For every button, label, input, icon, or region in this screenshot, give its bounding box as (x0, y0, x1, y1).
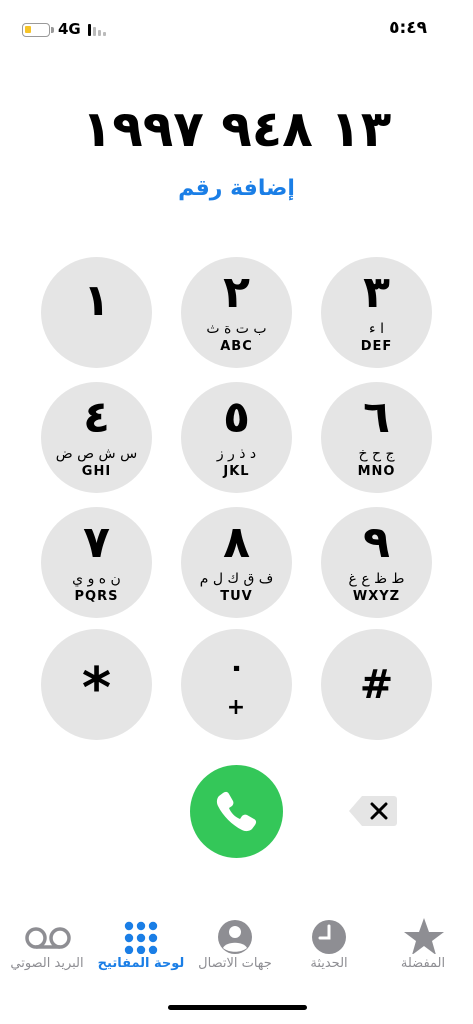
key-7[interactable]: ٧ ن ه و ي PQRS (41, 507, 152, 618)
key-arabic-letters: ن ه و ي (72, 571, 121, 587)
key-arabic-letters: ط ظ ع غ (348, 571, 405, 587)
tab-bar: البريد الصوتي لوحة المفاتيح جهات الاتصال (0, 910, 473, 990)
key-latin-letters: GHI (81, 464, 112, 479)
phone-icon (216, 791, 257, 832)
key-star[interactable]: * (41, 629, 152, 740)
key-arabic-letters: ج ح خ (358, 446, 395, 462)
key-digit: ٢ (223, 267, 250, 318)
key-arabic-letters: ف ق ك ل م (199, 571, 274, 587)
home-indicator (168, 1005, 307, 1010)
key-1[interactable]: ١ (41, 257, 152, 368)
key-digit: # (359, 662, 394, 708)
key-digit: ٦ (363, 392, 390, 443)
tab-contacts[interactable]: جهات الاتصال (188, 910, 282, 971)
key-latin-letters: JKL (223, 464, 250, 479)
tab-label: المفضلة (400, 956, 446, 971)
contacts-icon (188, 910, 282, 954)
key-latin-letters: MNO (357, 464, 396, 479)
delete-button[interactable] (348, 794, 398, 828)
key-latin-letters: PQRS (74, 589, 119, 604)
network-type: 4G (58, 20, 81, 38)
key-latin-letters: ABC (220, 339, 253, 354)
star-icon (376, 910, 470, 955)
key-0[interactable]: ٠ + (181, 629, 292, 740)
key-digit: ٥ (223, 392, 250, 443)
key-latin-letters: DEF (360, 339, 393, 354)
key-4[interactable]: ٤ س ش ص ض GHI (41, 382, 152, 493)
key-latin-letters: TUV (220, 589, 253, 604)
clock-icon (282, 910, 376, 954)
key-arabic-letters: ا ء (369, 321, 384, 337)
tab-label: الحديثة (310, 956, 348, 971)
key-3[interactable]: ٣ ا ء DEF (321, 257, 432, 368)
key-9[interactable]: ٩ ط ظ ع غ WXYZ (321, 507, 432, 618)
call-button[interactable] (190, 765, 283, 858)
key-digit: ٨ (223, 517, 250, 568)
status-bar: 4G ٥:٤٩ (0, 0, 473, 60)
key-plus: + (226, 695, 247, 720)
status-time: ٥:٤٩ (389, 18, 427, 38)
key-arabic-letters: س ش ص ض (55, 446, 138, 462)
tab-label: جهات الاتصال (198, 956, 272, 971)
tab-keypad[interactable]: لوحة المفاتيح (94, 910, 188, 971)
tab-label: البريد الصوتي (10, 956, 84, 971)
key-2[interactable]: ٢ ب ت ة ث ABC (181, 257, 292, 368)
key-digit: ١ (83, 275, 110, 326)
key-digit: ٤ (83, 392, 110, 443)
key-6[interactable]: ٦ ج ح خ MNO (321, 382, 432, 493)
key-arabic-letters: ب ت ة ث (206, 321, 267, 337)
add-number-button[interactable]: إضافة رقم (0, 176, 473, 201)
key-digit: * (81, 656, 112, 721)
tab-voicemail[interactable]: البريد الصوتي (0, 910, 94, 971)
tab-label: لوحة المفاتيح (97, 956, 185, 971)
key-digit: ٧ (83, 517, 110, 568)
battery-icon (22, 23, 54, 37)
tab-favorites[interactable]: المفضلة (376, 910, 470, 971)
key-5[interactable]: ٥ د ذ ر ز JKL (181, 382, 292, 493)
signal-icon (88, 24, 108, 36)
key-latin-letters: WXYZ (352, 589, 401, 604)
delete-icon (349, 796, 397, 826)
keypad-icon (94, 910, 188, 955)
tab-recents[interactable]: الحديثة (282, 910, 376, 971)
dialed-number: ١٣ ٩٤٨ ١٩٩٧ (81, 100, 392, 158)
voicemail-icon (0, 910, 94, 954)
key-8[interactable]: ٨ ف ق ك ل م TUV (181, 507, 292, 618)
key-digit: ٣ (363, 267, 390, 318)
key-arabic-letters: د ذ ر ز (216, 446, 257, 462)
key-digit: ٠ (227, 650, 246, 685)
key-digit: ٩ (363, 517, 390, 568)
key-hash[interactable]: # (321, 629, 432, 740)
